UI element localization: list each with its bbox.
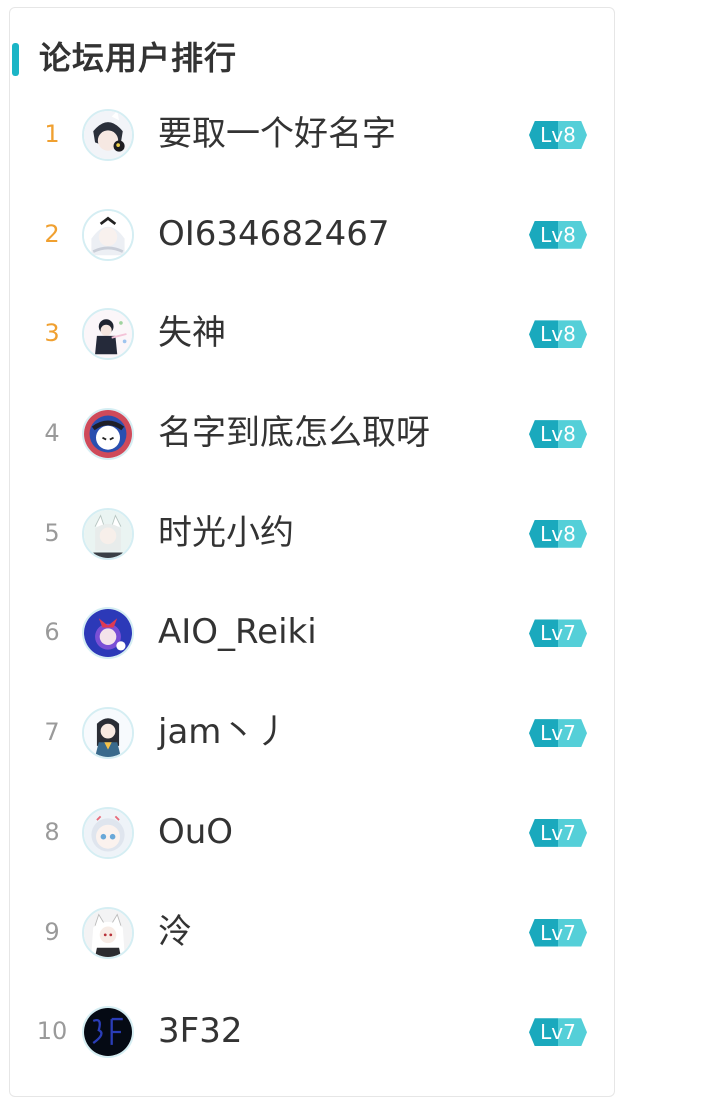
username-link[interactable]: jam丶丿 xyxy=(158,711,289,753)
level-badge: Lv8 xyxy=(529,420,587,449)
username-link[interactable]: 失神 xyxy=(158,312,226,354)
ranking-row[interactable]: 7 jam丶丿 Lv7 xyxy=(10,684,614,784)
username-link[interactable]: OuO xyxy=(158,811,233,853)
level-badge: Lv8 xyxy=(529,121,587,149)
rank-number: 9 xyxy=(44,917,60,946)
user-ranking-card: 论坛用户排行 1 要取一个好名字 Lv8 2 OI634682467 Lv8 3 失神 Lv8 4… xyxy=(9,7,615,1097)
username-link[interactable]: AIO_Reiki xyxy=(158,611,317,653)
title-accent-bar xyxy=(12,43,19,76)
rank-number: 6 xyxy=(44,618,60,647)
user-avatar[interactable] xyxy=(82,109,134,161)
user-avatar[interactable] xyxy=(82,308,134,361)
ranking-row[interactable]: 2 OI634682467 Lv8 xyxy=(10,186,614,286)
user-avatar[interactable] xyxy=(82,806,134,859)
user-avatar[interactable] xyxy=(82,607,134,660)
rank-number: 5 xyxy=(44,518,60,547)
level-badge: Lv7 xyxy=(529,918,587,947)
user-avatar[interactable] xyxy=(82,408,134,461)
ranking-row[interactable]: 5 时光小约 Lv8 xyxy=(10,485,614,585)
rank-number: 8 xyxy=(44,817,60,846)
user-avatar[interactable] xyxy=(82,507,134,560)
username-link[interactable]: OI634682467 xyxy=(158,213,389,255)
username-link[interactable]: 要取一个好名字 xyxy=(158,113,396,155)
user-avatar[interactable] xyxy=(82,1006,134,1059)
user-avatar[interactable] xyxy=(82,707,134,760)
ranking-row[interactable]: 6 AIO_Reiki Lv7 xyxy=(10,584,614,684)
ranking-row[interactable]: 9 泠 Lv7 xyxy=(10,884,614,984)
level-badge: Lv7 xyxy=(529,619,587,648)
rank-number: 10 xyxy=(36,1017,68,1046)
level-badge: Lv8 xyxy=(529,220,587,249)
username-link[interactable]: 3F32 xyxy=(158,1010,242,1052)
level-badge: Lv8 xyxy=(529,320,587,349)
ranking-row[interactable]: 4 名字到底怎么取呀 Lv8 xyxy=(10,385,614,485)
rank-number: 4 xyxy=(44,419,60,448)
rank-number: 3 xyxy=(44,319,60,348)
level-badge: Lv8 xyxy=(529,519,587,548)
ranking-list: 1 要取一个好名字 Lv8 2 OI634682467 Lv8 3 失神 Lv8 4 名字到底怎么取… xyxy=(10,86,614,1083)
level-badge: Lv7 xyxy=(529,719,587,748)
level-badge: Lv7 xyxy=(529,1018,587,1047)
rank-number: 7 xyxy=(44,718,60,747)
card-title: 论坛用户排行 xyxy=(39,39,238,77)
user-avatar[interactable] xyxy=(82,906,134,959)
ranking-row[interactable]: 1 要取一个好名字 Lv8 xyxy=(10,86,614,186)
ranking-row[interactable]: 10 3F32 Lv7 xyxy=(10,983,614,1083)
user-avatar[interactable] xyxy=(82,208,134,261)
level-badge: Lv7 xyxy=(529,818,587,847)
rank-number: 2 xyxy=(44,219,60,248)
ranking-row[interactable]: 8 OuO Lv7 xyxy=(10,784,614,884)
username-link[interactable]: 名字到底怎么取呀 xyxy=(158,412,430,454)
username-link[interactable]: 泠 xyxy=(158,911,192,953)
rank-number: 1 xyxy=(44,120,60,148)
ranking-row[interactable]: 3 失神 Lv8 xyxy=(10,285,614,385)
username-link[interactable]: 时光小约 xyxy=(158,512,294,554)
